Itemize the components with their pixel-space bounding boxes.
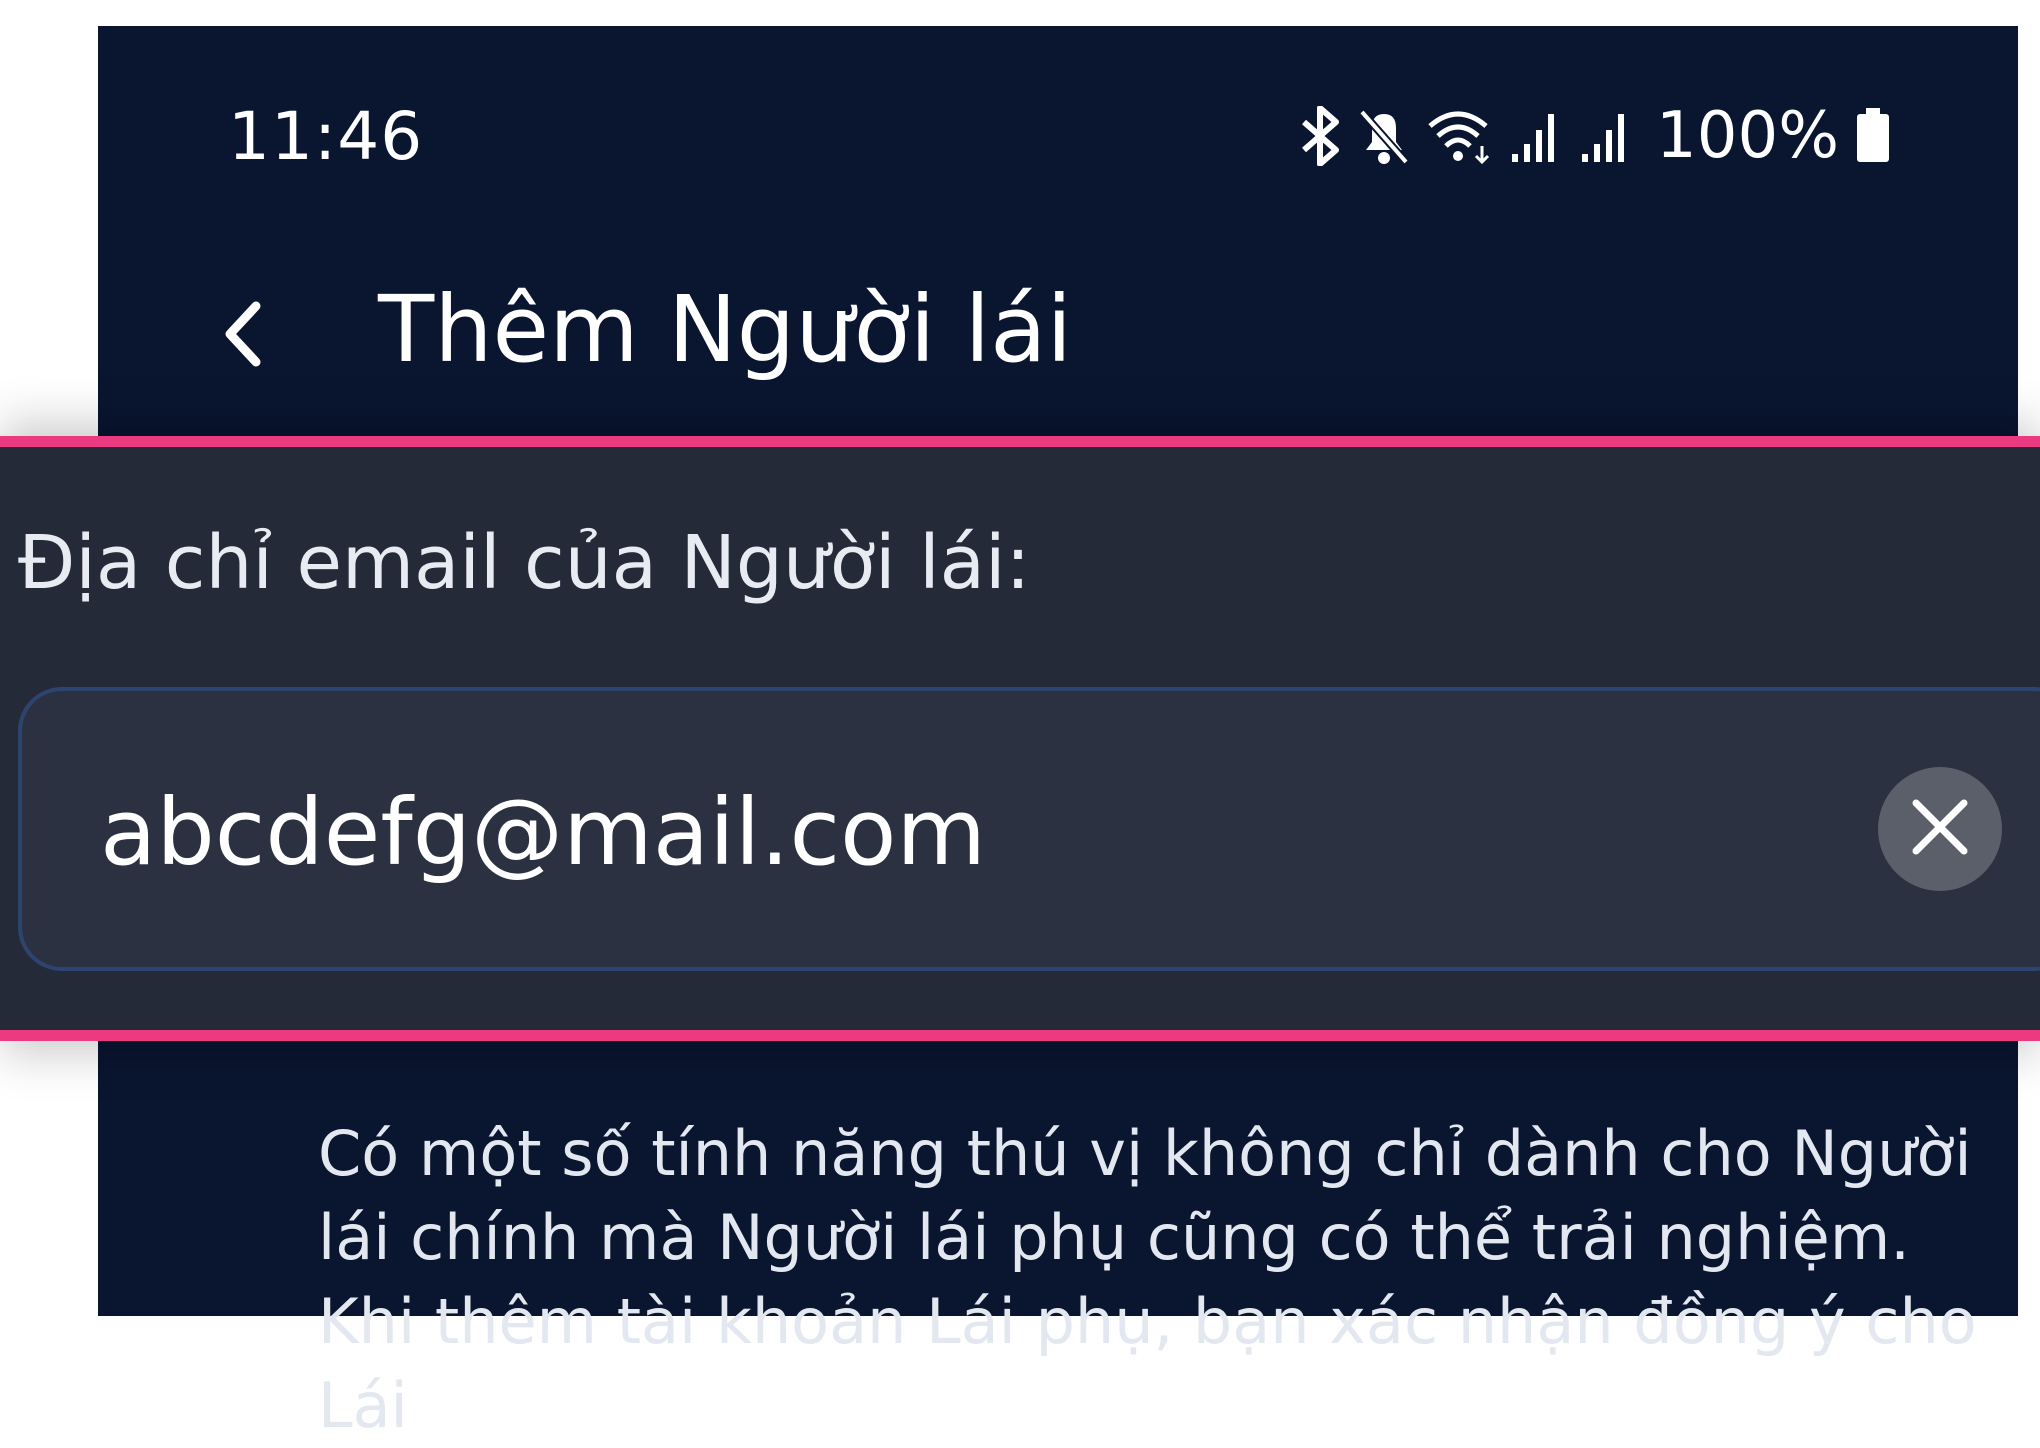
page-title: Thêm Người lái bbox=[378, 276, 1073, 383]
signal-icon bbox=[1580, 106, 1636, 166]
back-button[interactable] bbox=[203, 286, 283, 386]
status-bar: 11:46 100% bbox=[98, 26, 2018, 246]
status-icons: 100% bbox=[1298, 96, 1893, 176]
description-text: Có một số tính năng thú vị không chỉ dàn… bbox=[318, 1117, 1977, 1442]
battery-icon bbox=[1853, 106, 1893, 166]
signal-icon bbox=[1510, 106, 1566, 166]
bluetooth-icon bbox=[1298, 106, 1342, 166]
app-bar: Thêm Người lái bbox=[98, 256, 2018, 436]
mute-icon bbox=[1356, 106, 1412, 166]
status-time: 11:46 bbox=[228, 98, 424, 175]
email-input-value[interactable]: abcdefg@mail.com bbox=[100, 779, 986, 886]
wifi-icon bbox=[1426, 106, 1496, 166]
battery-percentage: 100% bbox=[1656, 99, 1839, 173]
clear-button[interactable] bbox=[1878, 767, 2002, 891]
email-input-highlight-panel: Địa chỉ email của Người lái: abcdefg@mai… bbox=[0, 436, 2040, 1041]
email-field[interactable]: abcdefg@mail.com bbox=[18, 687, 2040, 971]
close-icon bbox=[1908, 795, 1972, 863]
email-field-label: Địa chỉ email của Người lái: bbox=[18, 520, 1031, 606]
chevron-left-icon bbox=[218, 294, 268, 378]
